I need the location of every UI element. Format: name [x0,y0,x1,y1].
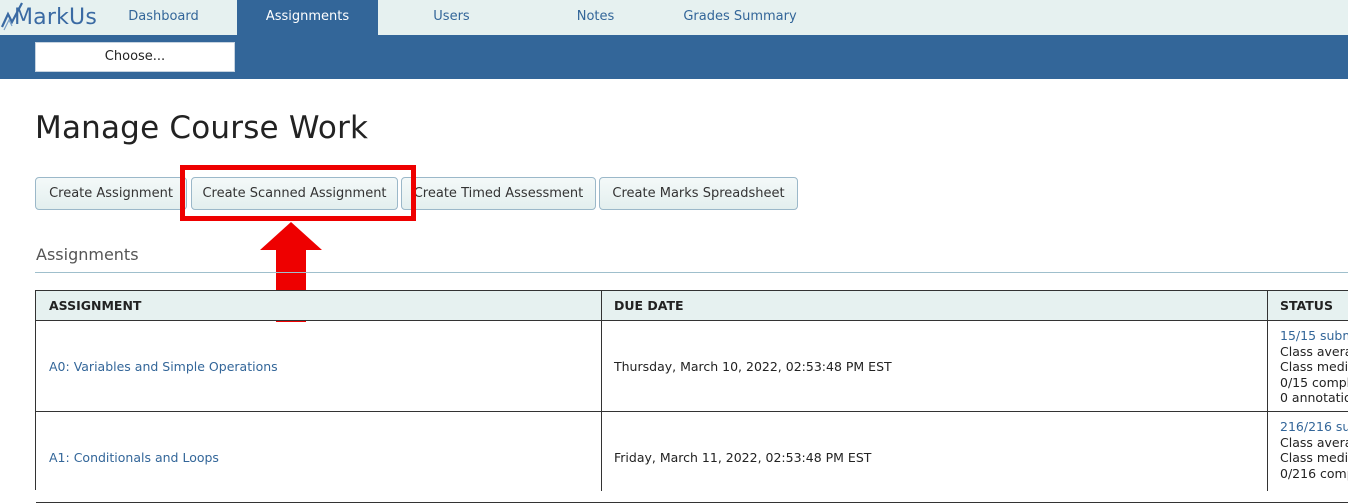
class-median-text: Class media [1280,450,1348,465]
column-header-due-date[interactable]: DUE DATE [601,291,684,320]
table-row: A1: Conditionals and Loops Friday, March… [36,412,1348,503]
assignment-cell: A0: Variables and Simple Operations [36,321,601,411]
logo-text: MarkUs [14,5,98,30]
due-date-text: Friday, March 11, 2022, 02:53:48 PM EST [614,450,872,465]
assignment-link[interactable]: A1: Conditionals and Loops [49,450,219,465]
markus-logo[interactable]: MarkUs [0,0,97,35]
tab-dashboard[interactable]: Dashboard [90,0,237,35]
assignments-section-title: Assignments [36,245,139,264]
assignment-cell: A1: Conditionals and Loops [36,412,601,502]
class-median-text: Class media [1280,359,1348,374]
table-row: A0: Variables and Simple Operations Thur… [36,321,1348,412]
assignments-table: ASSIGNMENT DUE DATE STATUS A0: Variables… [35,290,1348,503]
create-assignment-button[interactable]: Create Assignment [35,177,187,210]
due-date-cell: Thursday, March 10, 2022, 02:53:48 PM ES… [601,321,1267,411]
status-cell: 15/15 subm Class avera Class media 0/15 … [1280,328,1348,406]
sub-navigation-bar: Choose... [0,35,1348,79]
column-divider [1267,291,1268,491]
tab-notes[interactable]: Notes [525,0,666,35]
section-divider [35,272,1348,273]
column-divider [601,291,602,491]
class-average-text: Class avera [1280,434,1348,450]
due-date-cell: Friday, March 11, 2022, 02:53:48 PM EST [601,412,1267,502]
class-average-text: Class avera [1280,343,1348,359]
annotations-text: 0 annotatio [1280,390,1348,405]
highlight-box [180,165,416,221]
tab-assignments[interactable]: Assignments [237,0,378,35]
create-timed-assessment-button[interactable]: Create Timed Assessment [401,177,596,210]
table-header: ASSIGNMENT DUE DATE STATUS [36,291,1348,321]
assignment-link[interactable]: A0: Variables and Simple Operations [49,359,278,374]
due-date-text: Thursday, March 10, 2022, 02:53:48 PM ES… [614,359,892,374]
assessment-chooser[interactable]: Choose... [35,42,235,72]
column-header-status[interactable]: STATUS [1267,291,1333,320]
submissions-link[interactable]: 15/15 subm [1280,328,1348,344]
submissions-link[interactable]: 216/216 sul [1280,419,1348,435]
column-header-assignment[interactable]: ASSIGNMENT [36,291,141,320]
status-cell: 216/216 sul Class avera Class media 0/21… [1280,419,1348,481]
top-navigation: MarkUs Dashboard Assignments Users Notes… [0,0,1348,35]
page-title: Manage Course Work [35,110,369,146]
completed-text: 0/216 comp [1280,465,1348,481]
tab-users[interactable]: Users [378,0,525,35]
tab-grades-summary[interactable]: Grades Summary [666,0,814,35]
completed-text: 0/15 comple [1280,374,1348,390]
create-marks-spreadsheet-button[interactable]: Create Marks Spreadsheet [599,177,798,210]
